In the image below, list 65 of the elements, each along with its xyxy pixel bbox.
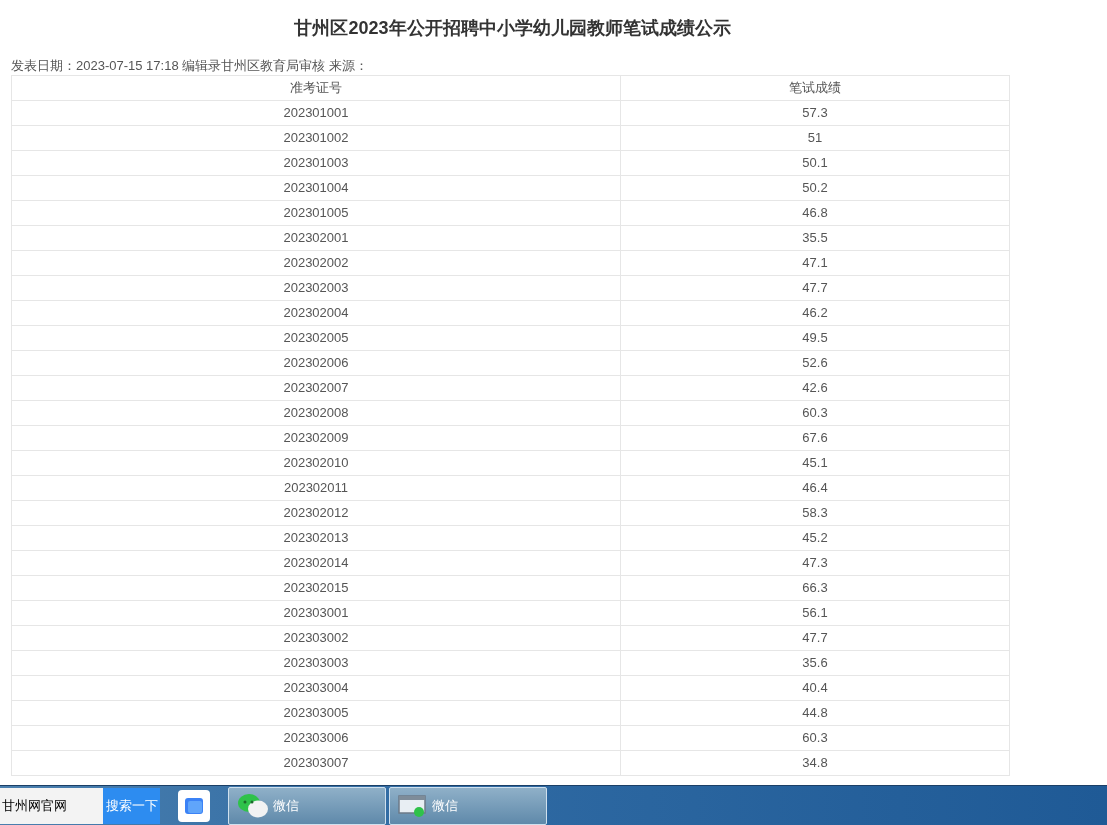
- table-cell: 202303001: [11, 600, 621, 626]
- column-header: 笔试成绩: [620, 75, 1010, 101]
- table-cell: 57.3: [620, 100, 1010, 126]
- table-cell: 45.1: [620, 450, 1010, 476]
- table-cell: 47.1: [620, 250, 1010, 276]
- search-field[interactable]: 甘州网官网: [0, 787, 103, 824]
- table-cell: 202303004: [11, 675, 621, 701]
- table-cell: 56.1: [620, 600, 1010, 626]
- table-cell: 202302007: [11, 375, 621, 401]
- table-cell: 45.2: [620, 525, 1010, 551]
- table-cell: 46.2: [620, 300, 1010, 326]
- table-cell: 202302006: [11, 350, 621, 376]
- table-cell: 202302009: [11, 425, 621, 451]
- table-cell: 40.4: [620, 675, 1010, 701]
- table-cell: 49.5: [620, 325, 1010, 351]
- search-button[interactable]: 搜索一下: [103, 787, 160, 824]
- table-cell: 202302002: [11, 250, 621, 276]
- table-cell: 202302013: [11, 525, 621, 551]
- table-cell: 46.4: [620, 475, 1010, 501]
- table-cell: 34.8: [620, 750, 1010, 776]
- table-cell: 42.6: [620, 375, 1010, 401]
- table-cell: 202303006: [11, 725, 621, 751]
- taskbar-task-button[interactable]: 微信: [389, 786, 547, 825]
- table-cell: 50.1: [620, 150, 1010, 176]
- table-cell: 47.7: [620, 275, 1010, 301]
- table-cell: 202302005: [11, 325, 621, 351]
- table-cell: 47.3: [620, 550, 1010, 576]
- table-cell: 202302003: [11, 275, 621, 301]
- table-cell: 202301004: [11, 175, 621, 201]
- table-cell: 202303002: [11, 625, 621, 651]
- window-chat-icon: [398, 793, 428, 818]
- table-cell: 202301005: [11, 200, 621, 226]
- table-cell: 51: [620, 125, 1010, 151]
- table-cell: 60.3: [620, 400, 1010, 426]
- taskbar-task-button[interactable]: 微信: [228, 786, 386, 825]
- table-cell: 58.3: [620, 500, 1010, 526]
- table-cell: 202302001: [11, 225, 621, 251]
- taskbar-app-button[interactable]: [178, 789, 210, 822]
- table-cell: 202302015: [11, 575, 621, 601]
- table-cell: 202301003: [11, 150, 621, 176]
- table-cell: 35.5: [620, 225, 1010, 251]
- table-cell: 202302004: [11, 300, 621, 326]
- table-cell: 202303007: [11, 750, 621, 776]
- table-cell: 202302008: [11, 400, 621, 426]
- table-cell: 67.6: [620, 425, 1010, 451]
- table-cell: 202302010: [11, 450, 621, 476]
- table-cell: 35.6: [620, 650, 1010, 676]
- table-cell: 50.2: [620, 175, 1010, 201]
- table-cell: 202301002: [11, 125, 621, 151]
- table-cell: 66.3: [620, 575, 1010, 601]
- table-cell: 52.6: [620, 350, 1010, 376]
- article-title: 甘州区2023年公开招聘中小学幼儿园教师笔试成绩公示: [293, 17, 732, 40]
- article-meta: 发表日期：2023-07-15 17:18 编辑录甘州区教育局审核 来源：: [11, 58, 369, 74]
- table-cell: 202303005: [11, 700, 621, 726]
- table-cell: 202303003: [11, 650, 621, 676]
- table-cell: 46.8: [620, 200, 1010, 226]
- table-cell: 44.8: [620, 700, 1010, 726]
- table-cell: 202302014: [11, 550, 621, 576]
- table-cell: 47.7: [620, 625, 1010, 651]
- table-cell: 202301001: [11, 100, 621, 126]
- chat-bubbles-icon: [237, 792, 269, 819]
- table-cell: 202302012: [11, 500, 621, 526]
- table-cell: 202302011: [11, 475, 621, 501]
- table-cell: 60.3: [620, 725, 1010, 751]
- column-header: 准考证号: [11, 75, 621, 101]
